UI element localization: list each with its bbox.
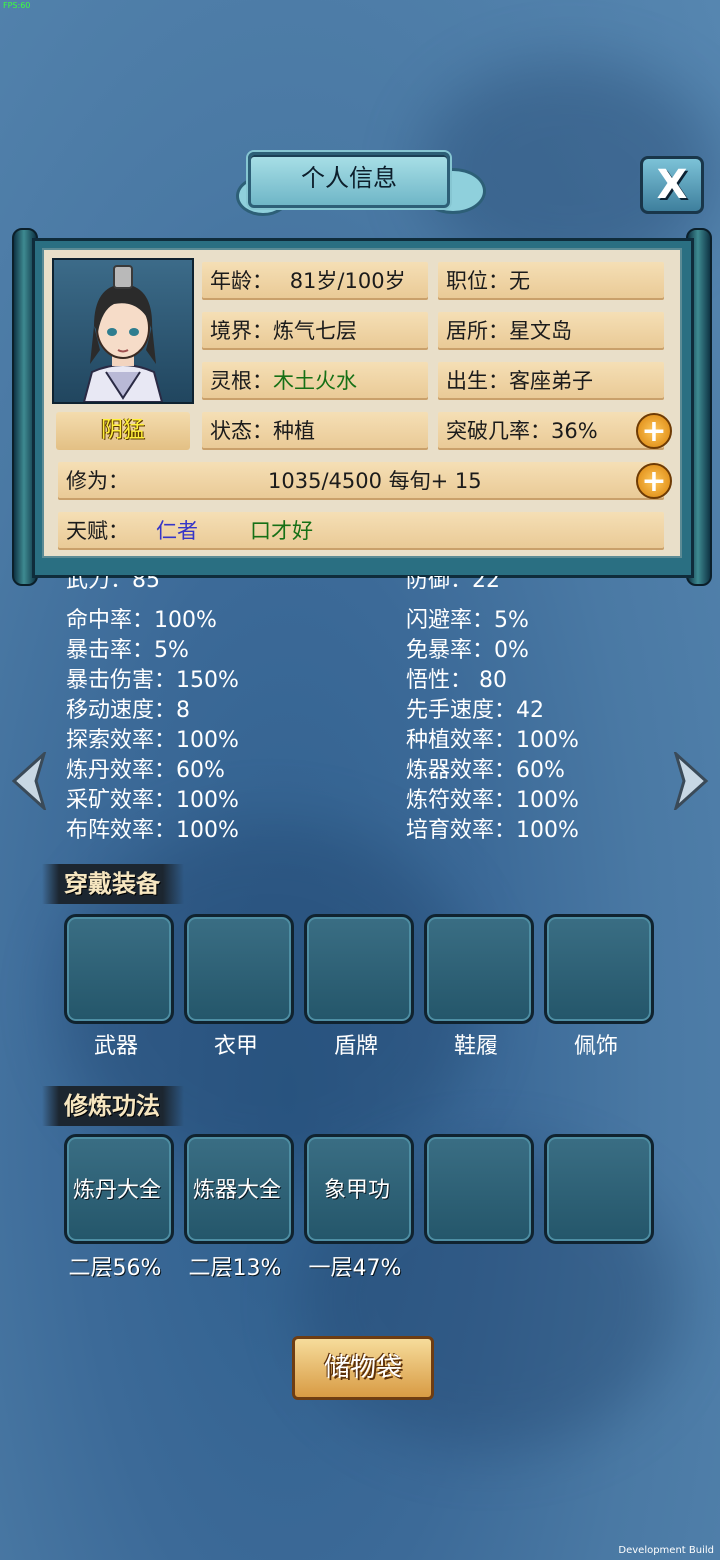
- cultivation-value: 1035/4500 每旬+ 15: [268, 469, 482, 493]
- equipment-slot-armor[interactable]: [184, 914, 294, 1024]
- stat-right: 免暴率：0%: [406, 638, 529, 663]
- stat-right: 炼器效率：60%: [406, 758, 565, 783]
- stat-left: 探索效率：100%: [66, 728, 239, 753]
- talent-label: 天赋：: [66, 519, 129, 543]
- techniques-section-title: 修炼功法: [42, 1086, 184, 1126]
- stat-left: 暴击伤害：150%: [66, 668, 239, 693]
- cultivation-plus-button[interactable]: +: [636, 463, 672, 499]
- technique-slot[interactable]: [544, 1134, 654, 1244]
- stat-right: 悟性： 80: [406, 668, 507, 693]
- storage-bag-button[interactable]: 储物袋: [292, 1336, 434, 1400]
- realm-cell: 境界：炼气七层: [202, 312, 428, 350]
- technique-name: 炼器大全: [192, 1178, 281, 1203]
- stat-right: 培育效率：100%: [406, 818, 579, 843]
- page-title: 个人信息: [301, 164, 397, 192]
- stat-left: 命中率：100%: [66, 608, 217, 633]
- equipment-slot-shield[interactable]: [304, 914, 414, 1024]
- technique-progress: 二层13%: [188, 1256, 282, 1281]
- stat-left: 移动速度：8: [66, 698, 190, 723]
- character-portrait: [52, 258, 194, 404]
- cultivation-cell: 修为： 1035/4500 每旬+ 15: [58, 462, 664, 500]
- position-cell: 职位：无: [438, 262, 664, 300]
- equipment-slot-shoes[interactable]: [424, 914, 534, 1024]
- technique-name: 象甲功: [323, 1178, 390, 1203]
- age-cell: 年龄： 81岁/100岁: [202, 262, 428, 300]
- next-arrow-icon[interactable]: [672, 749, 710, 813]
- stat-left: 炼丹效率：60%: [66, 758, 225, 783]
- stat-left: 采矿效率：100%: [66, 788, 239, 813]
- stat-left: 暴击率：5%: [66, 638, 189, 663]
- birth-cell: 出生：客座弟子: [438, 362, 664, 400]
- development-build-label: Development Build: [618, 1545, 714, 1556]
- equipment-slot-label: 鞋履: [453, 1034, 498, 1059]
- equipment-slot-label: 佩饰: [573, 1034, 618, 1059]
- cultivation-label: 修为：: [66, 469, 129, 493]
- equipment-slot-label: 盾牌: [333, 1034, 378, 1059]
- stat-partial-left: 武力：85: [66, 576, 160, 593]
- stat-left: 布阵效率：100%: [66, 818, 239, 843]
- age-value: 81岁/100岁: [289, 269, 406, 293]
- equipment-slot-label: 武器: [93, 1034, 138, 1059]
- status-cell: 状态：种植: [202, 412, 428, 450]
- fps-counter: FPS:60: [3, 1, 31, 10]
- spirit-root-label: 灵根：: [210, 369, 273, 393]
- age-label: 年龄：: [210, 269, 273, 293]
- spirit-root-cell: 灵根：木土火水: [202, 362, 428, 400]
- technique-slot[interactable]: [424, 1134, 534, 1244]
- stat-right: 先手速度：42: [406, 698, 544, 723]
- close-button[interactable]: X: [640, 156, 704, 214]
- equipment-section-title: 穿戴装备: [42, 864, 184, 904]
- breakthrough-plus-button[interactable]: +: [636, 413, 672, 449]
- technique-progress: 二层56%: [68, 1256, 162, 1281]
- talent-cell: 天赋： 仁者 口才好: [58, 512, 664, 550]
- stat-right: 种植效率：100%: [406, 728, 579, 753]
- prev-arrow-icon[interactable]: [10, 749, 48, 813]
- breakthrough-cell: 突破几率：36%: [438, 412, 664, 450]
- spirit-root-value: 木土火水: [273, 369, 357, 393]
- stat-right: 闪避率：5%: [406, 608, 529, 633]
- stat-partial-right: 防御：22: [406, 576, 500, 593]
- equipment-slot-label: 衣甲: [213, 1034, 258, 1059]
- stat-right: 炼符效率：100%: [406, 788, 579, 813]
- technique-progress: 一层47%: [308, 1256, 402, 1281]
- talent-tag: 口才好: [250, 519, 313, 543]
- equipment-slot-weapon[interactable]: [64, 914, 174, 1024]
- technique-name: 炼丹大全: [72, 1178, 161, 1203]
- equipment-slot-accessory[interactable]: [544, 914, 654, 1024]
- character-name: 阴猛: [56, 412, 190, 450]
- talent-tag: 仁者: [156, 519, 198, 543]
- residence-cell: 居所：星文岛: [438, 312, 664, 350]
